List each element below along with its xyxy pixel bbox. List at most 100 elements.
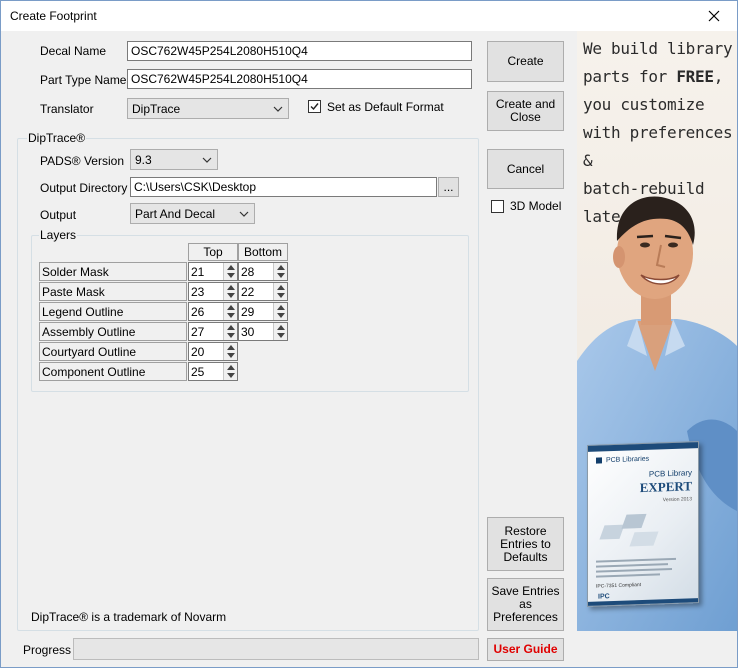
spinner-arrows[interactable] [223, 263, 237, 280]
chip-icon [596, 457, 602, 464]
promo-text-part: parts for [583, 67, 677, 86]
spinner-arrows[interactable] [273, 263, 287, 280]
pads-version-select[interactable]: 9.3 [130, 149, 218, 170]
output-directory-label: Output Directory [40, 181, 128, 195]
save-label-line3: Preferences [493, 610, 558, 624]
box-product-top: PCB Library [648, 468, 692, 479]
progress-bar [73, 638, 479, 660]
output-select[interactable]: Part And Decal [130, 203, 255, 224]
decal-name-input[interactable]: OSC762W45P254L2080H510Q4 [127, 41, 472, 61]
spinner-arrows[interactable] [223, 323, 237, 340]
feature-line [596, 567, 672, 573]
chevron-down-icon [273, 106, 283, 112]
box-product-name: EXPERT [639, 478, 692, 496]
spinner-value: 20 [191, 345, 205, 359]
3d-model-checkbox[interactable] [491, 200, 504, 213]
promo-line: We build library [583, 39, 733, 58]
bottom-layer-spinner[interactable]: 28 [238, 262, 288, 281]
arrow-down-icon [227, 333, 235, 338]
save-preferences-button[interactable]: Save Entries as Preferences [487, 578, 564, 631]
arrow-up-icon [227, 325, 235, 330]
spinner-value: 25 [191, 365, 205, 379]
promo-banner[interactable]: We build library parts for FREE, you cus… [577, 31, 737, 631]
arrow-down-icon [277, 273, 285, 278]
restore-label-line1: Restore [504, 523, 547, 538]
user-guide-button[interactable]: User Guide [487, 638, 564, 661]
pads-version-value: 9.3 [135, 153, 152, 167]
spinner-arrows[interactable] [223, 363, 237, 380]
promo-free-emphasis: FREE [676, 67, 714, 86]
bottom-layer-spinner[interactable]: 22 [238, 282, 288, 301]
promo-line: parts for FREE, [583, 63, 737, 91]
progress-label: Progress [23, 643, 72, 657]
feature-line [596, 573, 660, 578]
create-and-close-button[interactable]: Create and Close [487, 91, 564, 131]
top-layer-spinner[interactable]: 23 [188, 282, 238, 301]
arrow-up-icon [227, 285, 235, 290]
spinner-arrows[interactable] [273, 323, 287, 340]
pads-version-label: PADS® Version [40, 154, 124, 168]
decal-name-label: Decal Name [40, 44, 107, 58]
part-type-name-label: Part Type Name [40, 73, 127, 87]
default-format-checkbox[interactable] [308, 100, 321, 113]
arrow-down-icon [227, 293, 235, 298]
arrow-up-icon [277, 325, 285, 330]
create-button-label: Create [507, 54, 544, 68]
default-format-label: Set as Default Format [327, 100, 444, 114]
box-ipc-logo: IPC [598, 593, 610, 601]
spinner-arrows[interactable] [223, 343, 237, 360]
layer-row-label: Legend Outline [39, 302, 187, 321]
spinner-value: 21 [191, 265, 205, 279]
top-layer-spinner[interactable]: 21 [188, 262, 238, 281]
arrow-down-icon [227, 313, 235, 318]
bottom-layer-spinner[interactable]: 30 [238, 322, 288, 341]
arrow-up-icon [227, 365, 235, 370]
layer-row-label: Paste Mask [39, 282, 187, 301]
translator-select[interactable]: DipTrace [127, 98, 289, 119]
output-directory-input[interactable]: C:\Users\CSK\Desktop [130, 177, 437, 197]
box-pad-shape [621, 513, 647, 529]
spinner-arrows[interactable] [273, 303, 287, 320]
column-header-bottom: Bottom [238, 243, 288, 261]
bottom-layer-spinner[interactable]: 29 [238, 302, 288, 321]
layer-row-label: Solder Mask [39, 262, 187, 281]
top-layer-spinner[interactable]: 20 [188, 342, 238, 361]
spinner-arrows[interactable] [273, 283, 287, 300]
arrow-up-icon [277, 265, 285, 270]
arrow-down-icon [277, 313, 285, 318]
cancel-button[interactable]: Cancel [487, 149, 564, 189]
diptrace-group-title: DipTrace® [27, 131, 87, 145]
box-top-band [588, 442, 698, 452]
top-layer-spinner[interactable]: 25 [188, 362, 238, 381]
checkmark-icon [310, 103, 319, 111]
title-bar: Create Footprint [1, 1, 737, 31]
create-and-close-label-line2: Close [510, 110, 541, 124]
part-type-name-input[interactable]: OSC762W45P254L2080H510Q4 [127, 69, 472, 89]
translator-label: Translator [40, 102, 94, 116]
browse-button[interactable]: ... [438, 177, 459, 197]
product-box-image: PCB Libraries PCB Library EXPERT Version… [587, 441, 699, 607]
chevron-down-icon [239, 211, 249, 217]
feature-line [596, 557, 676, 563]
top-layer-spinner[interactable]: 27 [188, 322, 238, 341]
restore-label-line2: Entries to [500, 536, 551, 551]
output-label: Output [40, 208, 77, 222]
output-value: Part And Decal [135, 207, 216, 221]
spinner-value: 26 [191, 305, 205, 319]
restore-defaults-button[interactable]: Restore Entries to Defaults [487, 517, 564, 571]
spinner-arrows[interactable] [223, 303, 237, 320]
promo-text-part: , [713, 67, 724, 86]
spinner-value: 23 [191, 285, 205, 299]
box-feature-lines [596, 554, 686, 580]
promo-line: you customize [583, 95, 705, 114]
spinner-arrows[interactable] [223, 283, 237, 300]
box-graphic [599, 509, 662, 551]
column-header-top: Top [188, 243, 238, 261]
arrow-up-icon [277, 285, 285, 290]
box-brand-logo: PCB Libraries [594, 454, 649, 466]
create-button[interactable]: Create [487, 41, 564, 82]
close-button[interactable] [695, 1, 733, 31]
top-layer-spinner[interactable]: 26 [188, 302, 238, 321]
arrow-up-icon [227, 265, 235, 270]
chevron-down-icon [202, 157, 212, 163]
